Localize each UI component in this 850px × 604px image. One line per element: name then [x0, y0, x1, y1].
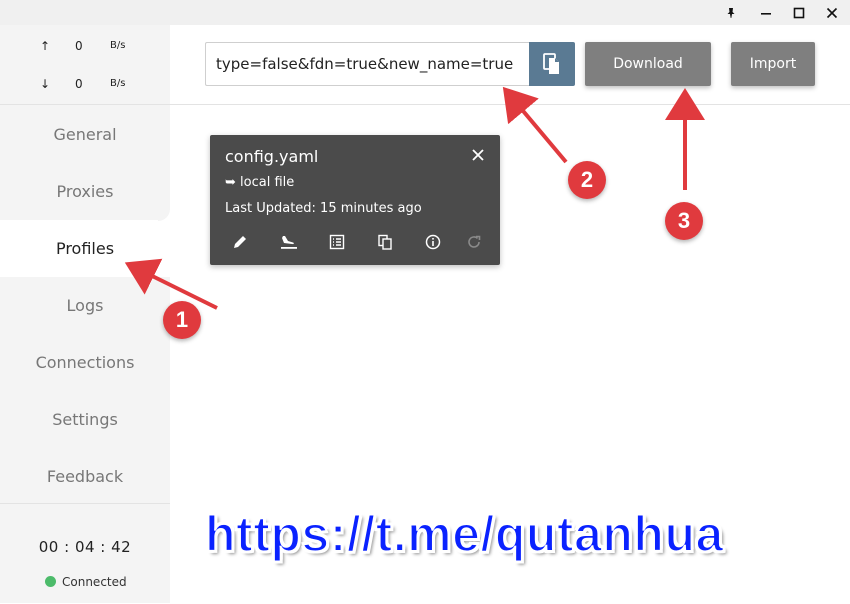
- upload-speed: ↑ 0 B/s: [0, 31, 170, 61]
- sidebar-item-connections[interactable]: Connections: [0, 334, 170, 391]
- download-arrow-icon: ↓: [40, 77, 51, 91]
- minimize-icon[interactable]: [748, 0, 784, 25]
- flight-land-icon[interactable]: [278, 231, 300, 253]
- step-badge-3: 3: [665, 202, 703, 240]
- upload-arrow-icon: ↑: [40, 39, 51, 53]
- step-badge-1: 1: [163, 301, 201, 339]
- uptime-timer: 00 : 04 : 42: [38, 538, 132, 556]
- watermark-text: https://t.me/qutanhua: [204, 505, 724, 563]
- edit-icon[interactable]: [229, 231, 251, 253]
- maximize-icon[interactable]: [781, 0, 817, 25]
- sidebar-item-general[interactable]: General: [0, 106, 170, 163]
- traffic-monitor: ↑ 0 B/s ↓ 0 B/s: [0, 25, 170, 105]
- toolbar-divider: [170, 104, 850, 105]
- profile-type: ➥ local file: [225, 175, 295, 190]
- paste-icon: [543, 53, 559, 74]
- profile-name: config.yaml: [225, 147, 319, 166]
- list-icon[interactable]: [326, 231, 348, 253]
- subscription-url-input[interactable]: [205, 42, 529, 86]
- status-dot-icon: [45, 576, 56, 587]
- download-button[interactable]: Download: [585, 42, 711, 86]
- sidebar-item-proxies[interactable]: Proxies: [0, 163, 170, 220]
- profile-card[interactable]: config.yaml ➥ local file Last Updated: 1…: [210, 135, 500, 265]
- sidebar: ↑ 0 B/s ↓ 0 B/s General Proxies Profiles…: [0, 25, 170, 603]
- connection-status[interactable]: Connected: [45, 575, 127, 589]
- connection-status-label: Connected: [62, 575, 127, 589]
- sidebar-item-logs[interactable]: Logs: [0, 277, 170, 334]
- close-icon[interactable]: [472, 146, 484, 165]
- download-speed: ↓ 0 B/s: [0, 69, 170, 99]
- connection-status-panel: 00 : 04 : 42 Connected: [0, 503, 170, 604]
- close-icon[interactable]: [814, 0, 850, 25]
- download-unit: B/s: [110, 78, 126, 89]
- sidebar-item-settings[interactable]: Settings: [0, 391, 170, 448]
- sidebar-item-feedback[interactable]: Feedback: [0, 448, 170, 505]
- step-badge-2: 2: [568, 161, 606, 199]
- info-icon[interactable]: [422, 231, 444, 253]
- import-button[interactable]: Import: [731, 42, 815, 86]
- download-value: 0: [75, 77, 83, 91]
- copy-icon[interactable]: [374, 231, 396, 253]
- paste-button[interactable]: [529, 42, 575, 86]
- upload-value: 0: [75, 39, 83, 53]
- title-bar: [0, 0, 850, 25]
- profile-updated: Last Updated: 15 minutes ago: [225, 201, 422, 216]
- pin-icon[interactable]: [713, 0, 749, 25]
- refresh-icon[interactable]: [463, 231, 485, 253]
- sidebar-item-profiles[interactable]: Profiles: [0, 220, 170, 277]
- upload-unit: B/s: [110, 40, 126, 51]
